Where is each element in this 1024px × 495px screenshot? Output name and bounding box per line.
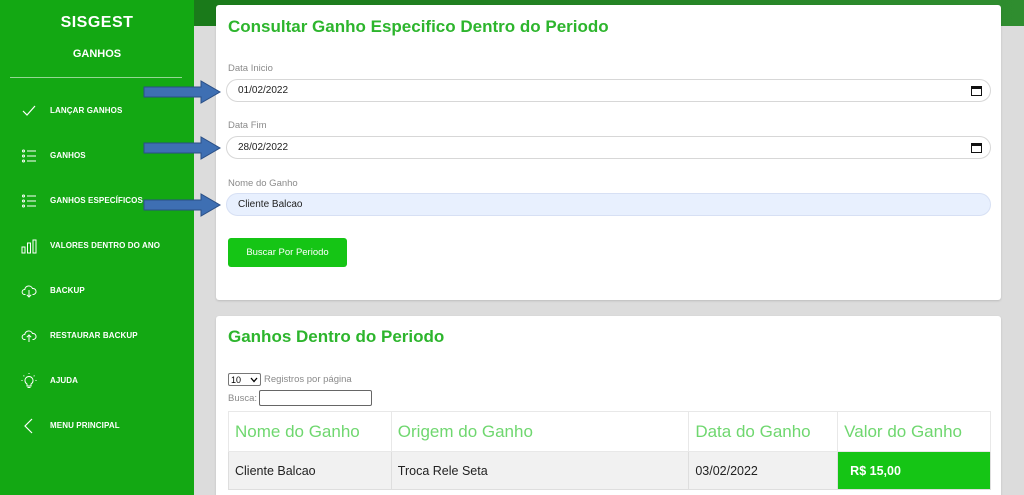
end-date-value: 28/02/2022 [238,142,289,153]
end-date-input[interactable]: 28/02/2022 [226,136,991,159]
search-input[interactable] [259,390,373,406]
list-icon [20,147,38,165]
page-size-value: 10 [231,374,242,385]
search-form-card: Consultar Ganho Especifico Dentro do Per… [216,5,1001,300]
start-date-input[interactable]: 01/02/2022 [226,79,991,102]
sidebar-item-backup[interactable]: BACKUP [0,268,194,313]
sidebar-item-valores-dentro-do-ano[interactable]: VALORES DENTRO DO ANO [0,223,194,268]
calendar-icon[interactable] [971,85,982,96]
sidebar-item-label: RESTAURAR BACKUP [50,331,138,340]
sidebar-item-label: MENU PRINCIPAL [50,421,120,430]
cell-date: 03/02/2022 [688,451,839,490]
table-row: Cliente Balcao Troca Rele Seta 03/02/202… [228,451,991,490]
search-control: Busca: [228,390,373,406]
start-date-value: 01/02/2022 [238,85,289,96]
name-value: Cliente Balcao [238,199,303,210]
page-size-control: 10 Registros por página [228,373,352,386]
check-icon [20,102,38,120]
results-title: Ganhos Dentro do Periodo [228,327,445,346]
sidebar-divider [10,77,182,78]
calendar-icon[interactable] [971,142,982,153]
form-title: Consultar Ganho Especifico Dentro do Per… [228,17,609,36]
sidebar-item-label: VALORES DENTRO DO ANO [50,241,161,250]
name-input[interactable]: Cliente Balcao [226,193,991,216]
column-header[interactable]: Nome do Ganho [228,411,392,452]
cell-origin: Troca Rele Seta [390,451,690,490]
sidebar: SISGEST GANHOS LANÇAR GANHOS GANHOS GANH… [0,0,194,495]
table-header-row: Nome do Ganho Origem do Ganho Data do Ga… [228,411,991,452]
cloud-download-icon [20,282,38,300]
chevron-down-icon [250,377,258,382]
column-header[interactable]: Valor do Ganho [837,411,991,452]
bar-chart-icon [20,237,38,255]
cell-value: R$ 15,00 [837,451,991,490]
annotation-arrow-start-date [143,80,221,104]
chevron-left-icon [20,417,38,435]
sidebar-item-restaurar-backup[interactable]: RESTAURAR BACKUP [0,313,194,358]
annotation-arrow-name [143,193,221,217]
section-title: GANHOS [72,48,122,60]
sidebar-item-label: GANHOS [50,151,86,160]
sidebar-item-label: AJUDA [50,376,79,385]
lightbulb-icon [20,372,38,390]
cloud-upload-icon [20,327,38,345]
annotation-arrow-end-date [143,136,221,160]
end-date-label: Data Fim [228,120,267,131]
search-by-period-button[interactable]: Buscar Por Periodo [228,238,347,267]
column-header[interactable]: Data do Ganho [688,411,839,452]
search-label: Busca: [228,392,258,404]
name-label: Nome do Ganho [228,178,298,189]
list-icon [20,192,38,210]
column-header[interactable]: Origem do Ganho [390,411,690,452]
app-brand: SISGEST [60,14,134,31]
sidebar-item-ajuda[interactable]: AJUDA [0,358,194,403]
page-size-label: Registros por página [264,374,352,385]
sidebar-item-label: LANÇAR GANHOS [50,106,123,115]
sidebar-item-label: GANHOS ESPECÍFICOS [50,196,143,205]
results-card: Ganhos Dentro do Periodo 10 Registros po… [216,316,1001,495]
page-size-select[interactable]: 10 [228,373,261,386]
start-date-label: Data Inicio [228,63,273,74]
results-table: Nome do Ganho Origem do Ganho Data do Ga… [228,411,991,490]
cell-name: Cliente Balcao [228,451,392,490]
sidebar-item-label: BACKUP [50,286,85,295]
sidebar-item-menu-principal[interactable]: MENU PRINCIPAL [0,403,194,448]
